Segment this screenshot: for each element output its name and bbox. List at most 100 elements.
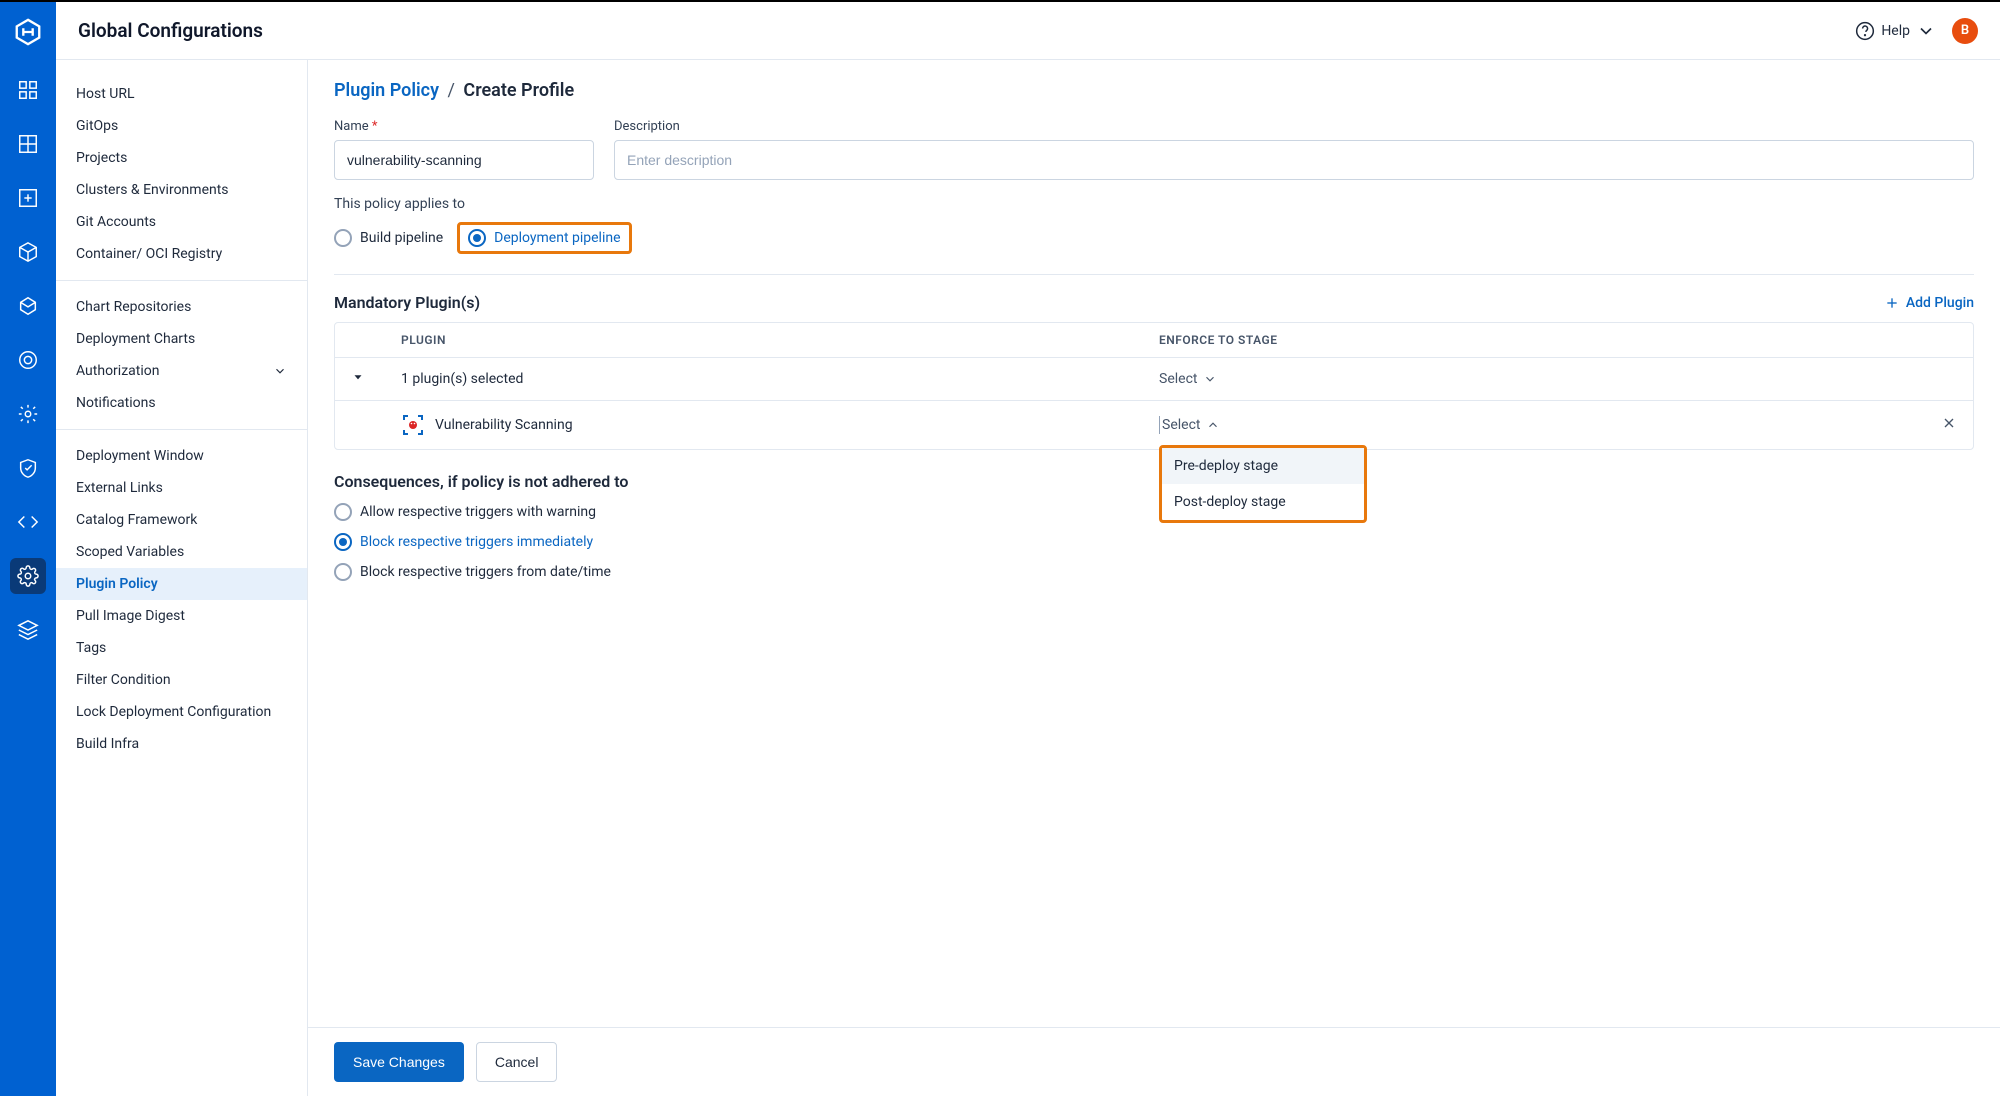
remove-plugin-button[interactable]	[1941, 415, 1957, 435]
stage-select-row[interactable]: Select	[1159, 416, 1917, 434]
sidebar-item-chart-repositories[interactable]: Chart Repositories	[56, 291, 307, 323]
chevron-down-icon	[1203, 372, 1217, 386]
sidebar-item-notifications[interactable]: Notifications	[56, 387, 307, 419]
name-label: Name *	[334, 119, 594, 134]
rail-apps-icon[interactable]	[10, 72, 46, 108]
sidebar-item-git-accounts[interactable]: Git Accounts	[56, 206, 307, 238]
breadcrumb-current: Create Profile	[463, 80, 574, 101]
sidebar-item-label: Authorization	[76, 363, 159, 379]
sidebar-item-label: Tags	[76, 640, 106, 656]
sidebar: Host URL GitOps Projects Clusters & Environ…	[56, 60, 308, 1096]
sidebar-item-label: Plugin Policy	[76, 576, 158, 592]
sidebar-item-build-infra[interactable]: Build Infra	[56, 728, 307, 760]
sidebar-item-label: Host URL	[76, 86, 135, 102]
sidebar-item-container-oci-registry[interactable]: Container/ OCI Registry	[56, 238, 307, 270]
rail-cube-icon[interactable]	[10, 288, 46, 324]
name-input[interactable]	[334, 140, 594, 180]
expand-row-button[interactable]	[351, 370, 401, 388]
sidebar-item-label: Deployment Window	[76, 448, 204, 464]
sidebar-item-label: Filter Condition	[76, 672, 171, 688]
sidebar-item-label: Scoped Variables	[76, 544, 184, 560]
rail-code-icon[interactable]	[10, 504, 46, 540]
radio-build-pipeline[interactable]: Build pipeline	[334, 229, 443, 247]
rail-gear-icon[interactable]	[10, 396, 46, 432]
sidebar-item-label: External Links	[76, 480, 163, 496]
sidebar-item-clusters-environments[interactable]: Clusters & Environments	[56, 174, 307, 206]
sidebar-item-authorization[interactable]: Authorization	[56, 355, 307, 387]
vulnerability-scan-icon	[401, 413, 425, 437]
sidebar-item-label: Build Infra	[76, 736, 139, 752]
sidebar-item-label: GitOps	[76, 118, 118, 134]
plus-icon	[1884, 295, 1900, 311]
rail-grid-icon[interactable]	[10, 126, 46, 162]
chevron-down-icon	[273, 364, 287, 378]
close-icon	[1941, 415, 1957, 431]
sidebar-item-tags[interactable]: Tags	[56, 632, 307, 664]
help-icon	[1855, 21, 1875, 41]
highlight-deployment-pipeline: Deployment pipeline	[457, 222, 631, 254]
sidebar-item-external-links[interactable]: External Links	[56, 472, 307, 504]
help-button[interactable]: Help	[1855, 21, 1936, 41]
applies-to-label: This policy applies to	[334, 196, 1974, 212]
breadcrumb-root[interactable]: Plugin Policy	[334, 80, 439, 101]
help-label: Help	[1881, 23, 1910, 39]
plugin-selected-summary: 1 plugin(s) selected	[401, 371, 1159, 387]
rail-settings-icon[interactable]	[10, 558, 46, 594]
avatar[interactable]: B	[1952, 18, 1978, 44]
sidebar-item-label: Deployment Charts	[76, 331, 195, 347]
sidebar-item-projects[interactable]: Projects	[56, 142, 307, 174]
chevron-down-icon	[1916, 21, 1936, 41]
mandatory-plugins-title: Mandatory Plugin(s)	[334, 293, 480, 312]
breadcrumb: Plugin Policy / Create Profile	[334, 80, 1974, 101]
caret-down-icon	[351, 370, 365, 384]
sidebar-item-catalog-framework[interactable]: Catalog Framework	[56, 504, 307, 536]
sidebar-item-pull-image-digest[interactable]: Pull Image Digest	[56, 600, 307, 632]
sidebar-item-deployment-window[interactable]: Deployment Window	[56, 440, 307, 472]
sidebar-item-plugin-policy[interactable]: Plugin Policy	[56, 568, 307, 600]
topbar: Global Configurations Help B	[56, 2, 2000, 60]
radio-consequence-1[interactable]: Block respective triggers immediately	[334, 533, 1974, 551]
sidebar-item-lock-deployment-configuration[interactable]: Lock Deployment Configuration	[56, 696, 307, 728]
radio-consequence-0[interactable]: Allow respective triggers with warning	[334, 503, 1974, 521]
chevron-up-icon	[1206, 418, 1220, 432]
rail-package-icon[interactable]	[10, 234, 46, 270]
footer-actions: Save Changes Cancel	[308, 1027, 2000, 1096]
sidebar-item-label: Container/ OCI Registry	[76, 246, 222, 262]
sidebar-item-label: Catalog Framework	[76, 512, 197, 528]
dropdown-option-post-deploy[interactable]: Post-deploy stage	[1162, 484, 1364, 520]
col-plugin: PLUGIN	[401, 333, 1159, 347]
description-input[interactable]	[614, 140, 1974, 180]
sidebar-item-host-url[interactable]: Host URL	[56, 78, 307, 110]
radio-consequence-2[interactable]: Block respective triggers from date/time	[334, 563, 1974, 581]
sidebar-item-label: Lock Deployment Configuration	[76, 704, 271, 720]
stage-dropdown: Pre-deploy stage Post-deploy stage	[1159, 445, 1367, 523]
content-area: Plugin Policy / Create Profile Name * De…	[308, 60, 2000, 1096]
page-title: Global Configurations	[78, 19, 263, 42]
dropdown-option-pre-deploy[interactable]: Pre-deploy stage	[1162, 448, 1364, 484]
rail-shield-icon[interactable]	[10, 450, 46, 486]
add-plugin-button[interactable]: Add Plugin	[1884, 295, 1974, 311]
save-button[interactable]: Save Changes	[334, 1042, 464, 1082]
consequences-title: Consequences, if policy is not adhered t…	[334, 472, 1974, 491]
description-label: Description	[614, 119, 1974, 134]
radio-deployment-pipeline[interactable]: Deployment pipeline	[468, 229, 620, 247]
col-stage: ENFORCE TO STAGE	[1159, 333, 1917, 347]
rail-layers-icon[interactable]	[10, 612, 46, 648]
sidebar-item-label: Pull Image Digest	[76, 608, 185, 624]
sidebar-item-label: Git Accounts	[76, 214, 156, 230]
sidebar-item-label: Clusters & Environments	[76, 182, 229, 198]
stage-select-summary[interactable]: Select	[1159, 371, 1917, 387]
sidebar-item-scoped-variables[interactable]: Scoped Variables	[56, 536, 307, 568]
sidebar-item-label: Notifications	[76, 395, 156, 411]
plugin-table: PLUGIN ENFORCE TO STAGE 1 plugin(s) sele…	[334, 322, 1974, 450]
sidebar-item-deployment-charts[interactable]: Deployment Charts	[56, 323, 307, 355]
cancel-button[interactable]: Cancel	[476, 1042, 558, 1082]
plugin-name: Vulnerability Scanning	[435, 417, 573, 433]
rail-add-panel-icon[interactable]	[10, 180, 46, 216]
sidebar-item-filter-condition[interactable]: Filter Condition	[56, 664, 307, 696]
sidebar-item-label: Chart Repositories	[76, 299, 191, 315]
sidebar-item-gitops[interactable]: GitOps	[56, 110, 307, 142]
breadcrumb-sep: /	[448, 80, 455, 101]
icon-rail	[0, 2, 56, 1096]
rail-target-icon[interactable]	[10, 342, 46, 378]
